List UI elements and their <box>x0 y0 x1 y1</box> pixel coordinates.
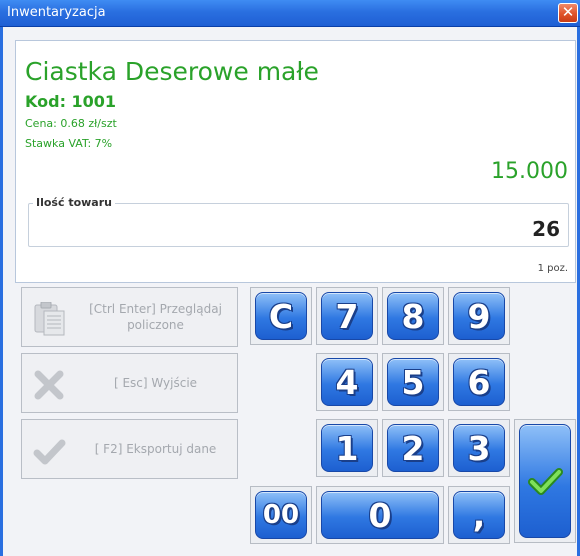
key-6[interactable]: 6 <box>448 353 510 411</box>
product-name: Ciastka Deserowe małe <box>25 57 319 86</box>
key-00-label: 00 <box>255 491 307 539</box>
window-title: Inwentaryzacja <box>7 5 106 20</box>
clipboard-icon <box>32 301 66 336</box>
confirm-face <box>519 424 571 538</box>
key-4[interactable]: 4 <box>316 353 378 411</box>
exit-button[interactable]: [ Esc] Wyjście <box>21 353 238 413</box>
product-info-panel: Ciastka Deserowe małe Kod: 1001 Cena: 0.… <box>15 40 576 283</box>
title-bar: Inwentaryzacja ✕ <box>0 0 580 27</box>
key-3-label: 3 <box>453 424 505 472</box>
product-code: Kod: 1001 <box>25 92 117 111</box>
browse-counted-button[interactable]: [Ctrl Enter] Przeglądaj policzone <box>21 287 238 347</box>
confirm-button[interactable] <box>514 419 576 543</box>
key-5[interactable]: 5 <box>382 353 444 411</box>
key-7[interactable]: 7 <box>316 287 378 345</box>
key-9-label: 9 <box>453 292 505 340</box>
close-icon: ✕ <box>561 3 575 21</box>
key-0[interactable]: 0 <box>316 486 444 544</box>
key-1-label: 1 <box>321 424 373 472</box>
close-button[interactable]: ✕ <box>558 3 578 23</box>
key-comma-label: , <box>453 491 505 539</box>
x-icon <box>32 368 66 400</box>
export-label: [ F2] Eksportuj dane <box>94 442 217 456</box>
exit-label: [ Esc] Wyjście <box>113 376 198 390</box>
key-9[interactable]: 9 <box>448 287 510 345</box>
check-icon <box>32 434 66 466</box>
key-7-label: 7 <box>321 292 373 340</box>
key-00[interactable]: 00 <box>250 486 312 544</box>
key-clear[interactable]: C <box>250 287 312 345</box>
quantity-legend: Ilość towaru <box>33 196 115 209</box>
key-1[interactable]: 1 <box>316 419 378 477</box>
key-2[interactable]: 2 <box>382 419 444 477</box>
key-2-label: 2 <box>387 424 439 472</box>
key-6-label: 6 <box>453 358 505 406</box>
export-button[interactable]: [ F2] Eksportuj dane <box>21 419 238 479</box>
quantity-field[interactable]: Ilość towaru 26 <box>28 196 569 247</box>
check-icon <box>528 468 563 495</box>
key-8-label: 8 <box>387 292 439 340</box>
key-0-label: 0 <box>321 491 439 539</box>
key-4-label: 4 <box>321 358 373 406</box>
product-total: 15.000 <box>491 159 568 184</box>
positions-count: 1 poz. <box>537 263 568 274</box>
quantity-value: 26 <box>532 217 560 241</box>
key-clear-label: C <box>255 292 307 340</box>
key-3[interactable]: 3 <box>448 419 510 477</box>
key-8[interactable]: 8 <box>382 287 444 345</box>
product-vat: Stawka VAT: 7% <box>25 137 113 150</box>
browse-counted-label: [Ctrl Enter] Przeglądaj policzone <box>89 302 222 332</box>
product-price: Cena: 0.68 zł/szt <box>25 117 117 130</box>
key-comma[interactable]: , <box>448 486 510 544</box>
key-5-label: 5 <box>387 358 439 406</box>
